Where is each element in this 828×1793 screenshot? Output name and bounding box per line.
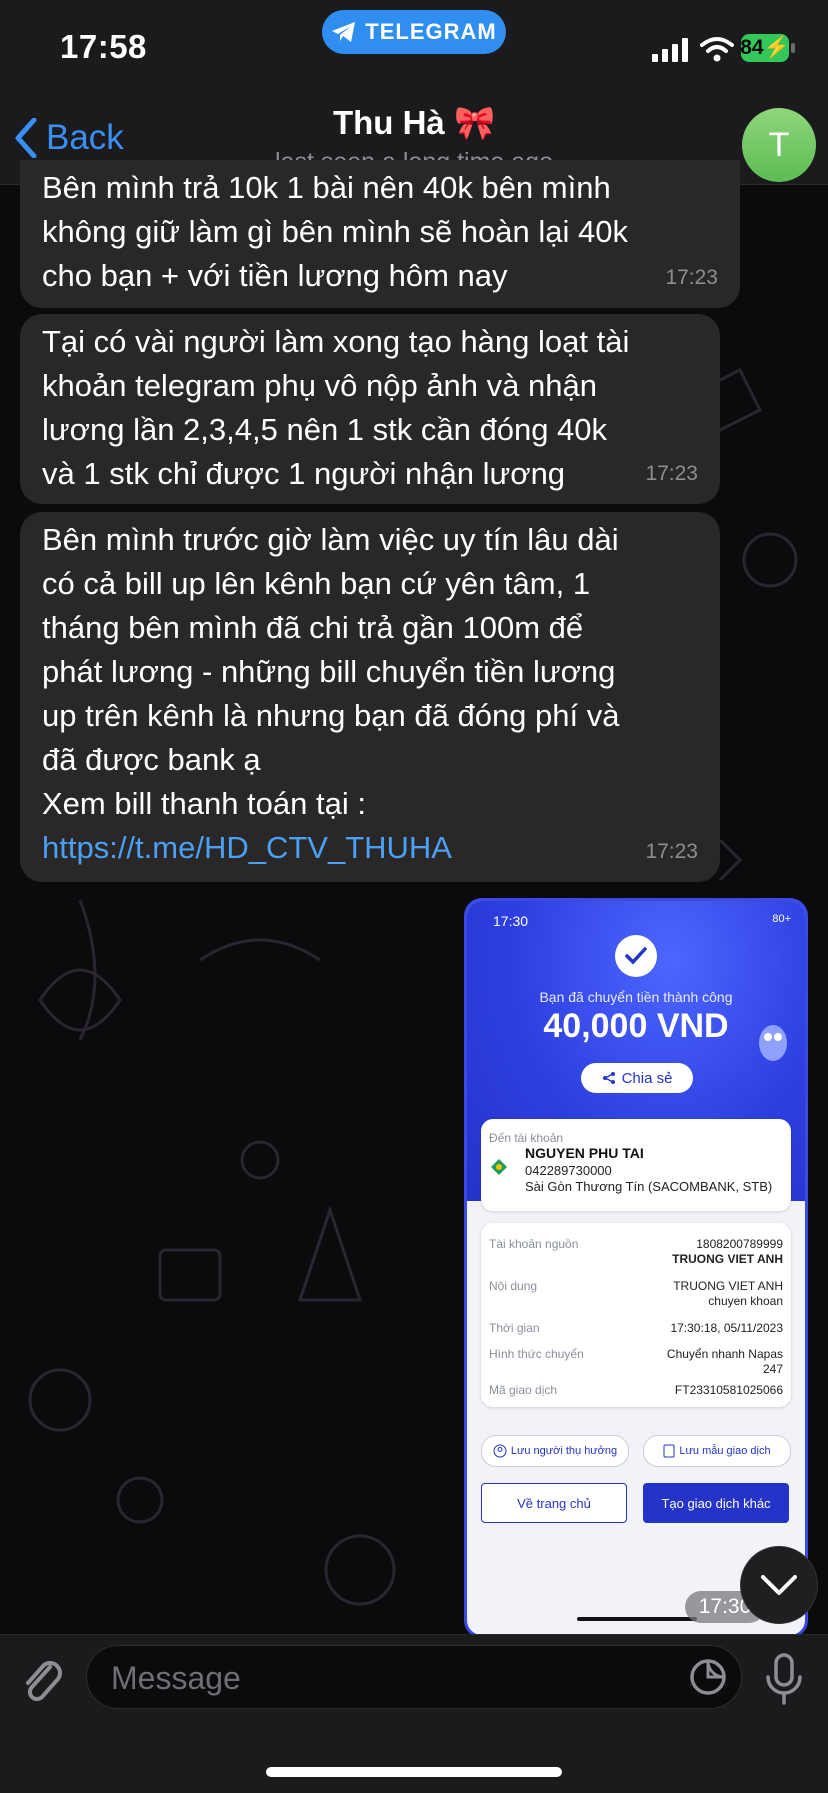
recipient-bank: Sài Gòn Thương Tín (SACOMBANK, STB): [525, 1179, 773, 1194]
receipt-clock: 17:30: [493, 913, 529, 929]
detail-value-line: Chuyển nhanh Napas: [666, 1347, 783, 1361]
message-input[interactable]: [109, 1656, 673, 1700]
detail-key: Thời gian: [489, 1321, 540, 1335]
message-text: Tại có vài người làm xong tạo hàng loạt …: [42, 324, 630, 491]
receipt-battery: 80+: [772, 913, 791, 925]
message-time: 17:23: [665, 266, 718, 289]
wifi-icon: [700, 37, 734, 62]
channel-link[interactable]: https://t.me/HD_CTV_THUHA: [42, 826, 698, 870]
detail-value-line: TRUONG VIET ANH: [672, 1252, 783, 1266]
message-bubble[interactable]: Bên mình trước giờ làm việc uy tín lâu d…: [20, 512, 720, 882]
detail-value-line: chuyen khoan: [708, 1294, 783, 1308]
detail-value-line: TRUONG VIET ANH: [673, 1279, 783, 1293]
chevron-down-icon: [761, 1575, 797, 1595]
save-recipient-label: Lưu người thụ hưởng: [510, 1445, 618, 1457]
avatar[interactable]: T: [742, 108, 816, 182]
to-account-label: Đến tài khoản: [489, 1131, 564, 1145]
save-recipient-option: Lưu người thụ hưởng: [481, 1435, 629, 1467]
scroll-to-bottom-button[interactable]: [740, 1546, 818, 1624]
detail-value: 1808200789999 TRUONG VIET ANH: [672, 1237, 783, 1267]
receipt-home-indicator: [577, 1617, 697, 1621]
microphone-icon[interactable]: [762, 1653, 806, 1705]
composer-bar: [0, 1634, 828, 1793]
message-text: Bên mình trước giờ làm việc uy tín lâu d…: [42, 522, 620, 821]
save-template-option: Lưu mẫu giao dịch: [643, 1435, 791, 1467]
detail-value: FT23310581025066: [674, 1383, 783, 1397]
battery-level: 84: [740, 36, 764, 59]
detail-value-line: 247: [762, 1362, 783, 1376]
share-button: Chia sẻ: [581, 1063, 693, 1093]
detail-key: Nội dung: [489, 1279, 538, 1293]
bank-logo-icon: [491, 1159, 507, 1175]
detail-key: Hình thức chuyển: [489, 1347, 584, 1361]
recipient-name: NGUYEN PHU TAI: [525, 1145, 644, 1161]
recipient-card: Đến tài khoản NGUYEN PHU TAI 04228973000…: [481, 1119, 791, 1211]
signal-icon: [652, 38, 688, 62]
detail-key: Mã giao dịch: [489, 1383, 558, 1397]
photo-message[interactable]: 17:30 80+ Bạn đã chuyển tiền thành công …: [464, 898, 808, 1638]
home-indicator: [266, 1767, 562, 1777]
message-field[interactable]: [86, 1645, 742, 1709]
battery-tip: [791, 43, 795, 53]
detail-value-line: 1808200789999: [696, 1237, 783, 1251]
battery-icon: 84 ⚡: [740, 34, 790, 62]
detail-value: TRUONG VIET ANH chuyen khoan: [673, 1279, 783, 1309]
detail-key: Tài khoản nguồn: [489, 1237, 579, 1251]
detail-value: Chuyển nhanh Napas 247: [667, 1347, 783, 1377]
message-time: 17:23: [645, 462, 698, 485]
message-time: 17:23: [645, 840, 698, 863]
new-transaction-button: Tạo giao dịch khác: [643, 1483, 789, 1523]
mascot-icon: [759, 1025, 787, 1061]
sticker-icon[interactable]: [689, 1658, 727, 1696]
message-text: Bên mình trả 10k 1 bài nên 40k bên mình …: [42, 170, 629, 293]
home-button: Về trang chủ: [481, 1483, 627, 1523]
clock: 17:58: [60, 28, 147, 65]
success-message: Bạn đã chuyển tiền thành công: [539, 989, 733, 1005]
save-template-label: Lưu mẫu giao dịch: [679, 1445, 771, 1457]
share-label: Chia sẻ: [621, 1069, 673, 1087]
transaction-details: Tài khoản nguồn 1808200789999 TRUONG VIET…: [481, 1223, 791, 1407]
document-icon: [663, 1444, 675, 1458]
avatar-letter: T: [768, 125, 790, 164]
user-icon: [493, 1444, 507, 1458]
share-icon: [602, 1072, 615, 1084]
paperclip-icon[interactable]: [20, 1655, 64, 1705]
message-bubble[interactable]: Bên mình trả 10k 1 bài nên 40k bên mình …: [20, 160, 740, 308]
telegram-icon: [332, 22, 356, 42]
message-bubble[interactable]: Tại có vài người làm xong tạo hàng loạt …: [20, 314, 720, 504]
telegram-pill-label: TELEGRAM: [365, 19, 497, 44]
chat-title[interactable]: Thu Hà 🎀: [0, 104, 828, 143]
checkmark-icon: [615, 935, 657, 977]
telegram-pill[interactable]: TELEGRAM: [322, 10, 506, 54]
status-bar: 17:58 TELEGRAM 84 ⚡: [0, 0, 828, 100]
detail-value: 17:30:18, 05/11/2023: [670, 1321, 783, 1335]
recipient-account: 042289730000: [525, 1163, 612, 1178]
